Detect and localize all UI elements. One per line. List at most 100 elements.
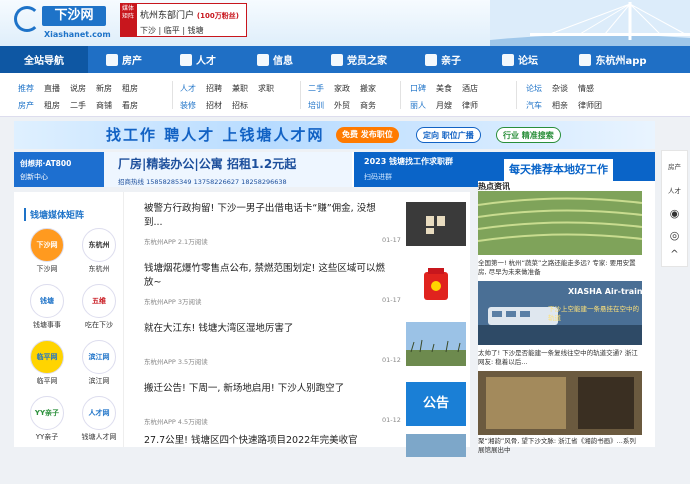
portal-title: 杭州东部门户 (100万粉丝) bbox=[140, 11, 239, 21]
news-title[interactable]: 就在大江东! 钱塘大湾区湿地厉害了 bbox=[144, 322, 394, 336]
right-caption-2[interactable]: 太帅了! 下沙是否能建一条复线往空中的轨道交通? 浙江网友: 稳着以后... bbox=[478, 349, 642, 367]
subnav-link[interactable]: 丽人 bbox=[410, 100, 426, 111]
matrix-item-donghangzhou[interactable]: 东杭州 东杭州 bbox=[76, 228, 122, 278]
factory-rent-ad[interactable]: 厂房|精装办公|公寓 招租1.2元起 招商热线 15858285349 1375… bbox=[104, 152, 352, 187]
subnav-link[interactable]: 论坛 bbox=[526, 83, 542, 94]
wechat-icon[interactable]: ◉ bbox=[662, 207, 687, 220]
subnav-link[interactable]: 兼职 bbox=[232, 83, 248, 94]
chat-icon bbox=[502, 53, 514, 66]
subnav-link[interactable]: 求职 bbox=[258, 83, 274, 94]
matrix-item-name: 钱塘事事 bbox=[33, 321, 61, 329]
news-thumbnail-wetland-icon[interactable] bbox=[406, 322, 466, 366]
rail-house[interactable]: 房产 bbox=[662, 161, 687, 171]
terraced-field-photo-icon[interactable] bbox=[478, 191, 642, 255]
talent-pill-search: 行业 精准搜索 bbox=[496, 127, 561, 143]
talent-banner[interactable]: 找工作 聘人才 上钱塘人才网 免费 发布职位 定向 职位广播 行业 精准搜索 bbox=[14, 121, 655, 149]
nav-party[interactable]: 党员之家 bbox=[314, 46, 404, 73]
news-meta: 东杭州APP 3.5万阅读 bbox=[144, 358, 208, 366]
subnav-link[interactable]: 杂谈 bbox=[552, 83, 568, 94]
news-item[interactable]: 钱塘烟花爆竹零售点公布, 禁燃范围划定! 这些区域可以燃放~ 东杭州APP 3万… bbox=[144, 252, 470, 312]
subnav-link[interactable]: 租房 bbox=[44, 100, 60, 111]
nav-house[interactable]: 房产 bbox=[88, 46, 160, 73]
matrix-item-binjiang[interactable]: 滨江网 滨江网 bbox=[76, 340, 122, 390]
site-logo[interactable]: 下沙网 Xiashanet.com bbox=[14, 4, 111, 44]
news-thumbnail-notice[interactable]: 公告 bbox=[406, 382, 466, 426]
news-title[interactable]: 钱塘烟花爆竹零售点公布, 禁燃范围划定! 这些区域可以燃放~ bbox=[144, 262, 394, 290]
news-title[interactable]: 被警方行政拘留! 下沙一男子出借电话卡“赚”佣金, 没想到... bbox=[144, 202, 394, 230]
matrix-item-qiantang[interactable]: 钱塘 钱塘事事 bbox=[24, 284, 70, 334]
at800-line2: 创新中心 bbox=[20, 173, 48, 181]
subnav-link[interactable]: 说房 bbox=[70, 83, 86, 94]
matrix-item-talent[interactable]: 人才网 钱塘人才网 bbox=[76, 396, 122, 446]
right-caption-1[interactable]: 全国第一! 杭州“蔬菜”之路还能走多远? 专家: 要用安置房, 尽早为未来做准备 bbox=[478, 259, 642, 277]
news-item[interactable]: 被警方行政拘留! 下沙一男子出借电话卡“赚”佣金, 没想到... 东杭州APP … bbox=[144, 192, 470, 252]
subnav-link[interactable]: 装修 bbox=[180, 100, 196, 111]
news-item[interactable]: 27.7公里! 钱塘区四个快速路项目2022年完美收官 bbox=[144, 424, 470, 484]
portal-box[interactable]: 杭州东部门户 (100万粉丝) 下沙 | 临平 | 钱塘 bbox=[136, 3, 247, 37]
news-meta: 东杭州APP 3万阅读 bbox=[144, 298, 202, 306]
subnav-link[interactable]: 口碑 bbox=[410, 83, 426, 94]
child-icon bbox=[425, 53, 437, 66]
nav-parenting[interactable]: 亲子 bbox=[404, 46, 482, 73]
subnav-link[interactable]: 培训 bbox=[308, 100, 324, 111]
portal-links: 下沙 | 临平 | 钱塘 bbox=[140, 26, 204, 35]
subnav-link[interactable]: 人才 bbox=[180, 83, 196, 94]
subnav-link[interactable]: 律师团 bbox=[578, 100, 602, 111]
subnav-link[interactable]: 情感 bbox=[578, 83, 594, 94]
matrix-item-food[interactable]: 五维 吃在下沙 bbox=[76, 284, 122, 334]
subnav-link[interactable]: 商务 bbox=[360, 100, 376, 111]
talent-banner-slogan: 找工作 聘人才 上钱塘人才网 bbox=[106, 126, 325, 144]
nav-info[interactable]: 信息 bbox=[236, 46, 314, 73]
news-thumbnail-firecracker-icon[interactable] bbox=[406, 262, 466, 306]
nav-all-sites[interactable]: 全站导航 bbox=[0, 46, 88, 73]
rail-talent[interactable]: 人才 bbox=[662, 185, 687, 195]
subnav-link[interactable]: 二手 bbox=[308, 83, 324, 94]
subnav-link[interactable]: 美食 bbox=[436, 83, 452, 94]
news-item[interactable]: 就在大江东! 钱塘大湾区湿地厉害了 东杭州APP 3.5万阅读 01-12 bbox=[144, 312, 470, 372]
news-thumbnail-cards-icon[interactable] bbox=[406, 202, 466, 246]
matrix-item-yy[interactable]: YY亲子 YY亲子 bbox=[24, 396, 70, 446]
subnav-link[interactable]: 搬家 bbox=[360, 83, 376, 94]
subnav-link[interactable]: 直播 bbox=[44, 83, 60, 94]
subnav-link[interactable]: 新房 bbox=[96, 83, 112, 94]
subnav-link[interactable]: 租房 bbox=[122, 83, 138, 94]
subnav-link[interactable]: 推荐 bbox=[18, 83, 34, 94]
food-logo-icon: 五维 bbox=[82, 284, 116, 318]
matrix-item-xiasha[interactable]: 下沙网 下沙网 bbox=[24, 228, 70, 278]
back-to-top-icon[interactable]: ^ bbox=[662, 249, 687, 260]
subnav-link[interactable]: 律师 bbox=[462, 100, 478, 111]
nav-talent[interactable]: 人才 bbox=[160, 46, 236, 73]
news-title[interactable]: 27.7公里! 钱塘区四个快速路项目2022年完美收官 bbox=[144, 434, 394, 448]
subnav-link[interactable]: 看房 bbox=[122, 100, 138, 111]
subnav-link[interactable]: 房产 bbox=[18, 100, 34, 111]
news-title[interactable]: 搬迁公告! 下周一, 新场地启用! 下沙人别跑空了 bbox=[144, 382, 394, 396]
calligraphy-exhibition-photo-icon[interactable] bbox=[478, 371, 642, 435]
news-thumbnail-road-icon[interactable] bbox=[406, 434, 466, 457]
subnav-talent: 人才 招聘 兼职 求职 装修 招材 招标 bbox=[180, 73, 300, 117]
subnav-link[interactable]: 外贸 bbox=[334, 100, 350, 111]
subnav-link[interactable]: 相亲 bbox=[552, 100, 568, 111]
news-item[interactable]: 搬迁公告! 下周一, 新场地启用! 下沙人别跑空了 东杭州APP 4.5万阅读 … bbox=[144, 372, 470, 432]
at800-ad[interactable]: 创想邦·AT800 创新中心 bbox=[14, 152, 104, 187]
subnav-house: 推荐 直播 说房 新房 租房 房产 租房 二手 商铺 看房 bbox=[18, 73, 158, 117]
subnav-link[interactable]: 招标 bbox=[232, 100, 248, 111]
subnav-link[interactable]: 招材 bbox=[206, 100, 222, 111]
binjiang-logo-icon: 滨江网 bbox=[82, 340, 116, 374]
subnav-link[interactable]: 商铺 bbox=[96, 100, 112, 111]
weibo-icon[interactable]: ◎ bbox=[662, 229, 687, 242]
subnav-link[interactable]: 招聘 bbox=[206, 83, 222, 94]
right-caption-3[interactable]: 聚“湘韵”风骨, 望下沙文脉: 浙江省《湘韵书画》...系列展馆展出中 bbox=[478, 437, 642, 455]
nav-forum[interactable]: 论坛 bbox=[482, 46, 558, 73]
subnav-link[interactable]: 酒店 bbox=[462, 83, 478, 94]
subnav-link[interactable]: 二手 bbox=[70, 100, 86, 111]
matrix-item-linping[interactable]: 临平网 临平网 bbox=[24, 340, 70, 390]
matrix-item-name: 临平网 bbox=[36, 377, 58, 385]
matrix-item-name: YY亲子 bbox=[35, 433, 59, 441]
nav-filler bbox=[668, 46, 690, 73]
subnav-link[interactable]: 家政 bbox=[334, 83, 350, 94]
nav-app[interactable]: 东杭州app bbox=[558, 46, 668, 73]
matrix-item-name: 东杭州 bbox=[88, 265, 110, 273]
subnav-link[interactable]: 月嫂 bbox=[436, 100, 452, 111]
news-date: 01-12 bbox=[382, 416, 401, 424]
subnav-link[interactable]: 汽车 bbox=[526, 100, 542, 111]
